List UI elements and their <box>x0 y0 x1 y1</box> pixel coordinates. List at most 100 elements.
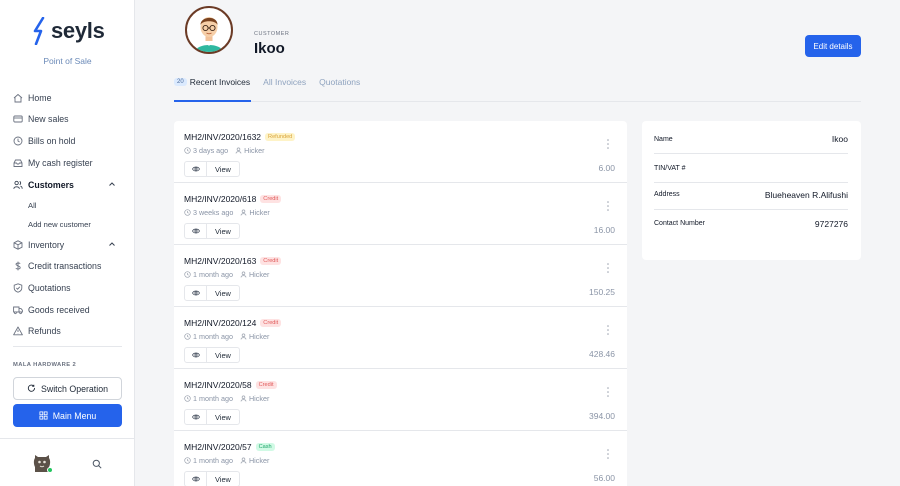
more-options-icon[interactable] <box>606 200 610 212</box>
chevron-up-icon[interactable] <box>108 180 116 188</box>
view-eye-wrap[interactable] <box>185 162 207 176</box>
sidebar-item-bills-on-hold[interactable]: Bills on hold <box>0 130 135 152</box>
sidebar-item-label: Refunds <box>28 326 61 337</box>
detail-label: Address <box>654 191 680 198</box>
more-options-icon[interactable] <box>606 262 610 274</box>
invoice-amount: 150.25 <box>589 287 615 297</box>
customer-label: CUSTOMER <box>254 31 290 37</box>
invoice-meta: 1 month ago Hicker <box>184 332 269 341</box>
view-eye-wrap[interactable] <box>185 472 207 486</box>
sidebar-divider <box>13 346 122 347</box>
invoice-user: Hicker <box>249 208 270 217</box>
status-badge: Credit <box>260 319 282 327</box>
invoice-user: Hicker <box>248 456 270 465</box>
view-invoice-button[interactable]: View <box>184 285 240 301</box>
invoice-number: MH2/INV/2020/124 <box>184 318 257 328</box>
dollar-icon <box>15 261 21 271</box>
view-label[interactable]: View <box>207 286 239 300</box>
sidebar-item-new-sales[interactable]: New sales <box>0 109 135 131</box>
user-icon <box>240 395 247 402</box>
online-status-dot <box>47 467 53 473</box>
invoice-row[interactable]: MH2/INV/2020/124 Credit 1 month ago Hicke… <box>174 307 627 369</box>
search-icon[interactable] <box>92 459 102 469</box>
sidebar-item-home[interactable]: Home <box>0 87 135 109</box>
view-label[interactable]: View <box>207 162 239 176</box>
invoice-row[interactable]: MH2/INV/2020/1632 Refunded 3 days ago Hic… <box>174 121 627 183</box>
sidebar-item-customers[interactable]: Customers <box>0 174 135 196</box>
view-eye-wrap[interactable] <box>185 286 207 300</box>
tab-quotations[interactable]: Quotations <box>319 75 360 89</box>
invoice-time: 3 days ago <box>193 146 229 155</box>
more-options-icon[interactable] <box>606 138 610 150</box>
user-icon <box>240 457 247 464</box>
status-badge: Credit <box>255 381 277 389</box>
view-label[interactable]: View <box>207 410 239 424</box>
tab-recent-invoices[interactable]: 20 Recent Invoices <box>174 75 250 89</box>
customer-name: Ikoo <box>254 40 285 57</box>
invoice-amount: 6.00 <box>598 163 615 173</box>
main-menu-button[interactable]: Main Menu <box>13 404 122 427</box>
sidebar-item-quotations[interactable]: Quotations <box>0 277 135 299</box>
brand-logo[interactable]: seyls <box>32 16 105 46</box>
switch-operation-button[interactable]: Switch Operation <box>13 377 122 400</box>
users-icon <box>13 181 23 190</box>
invoice-amount: 16.00 <box>593 225 615 235</box>
invoice-number: MH2/INV/2020/58 <box>184 380 252 390</box>
invoice-row[interactable]: MH2/INV/2020/57 Cash 1 month ago Hicker V… <box>174 431 627 486</box>
view-invoice-button[interactable]: View <box>184 161 240 177</box>
more-options-icon[interactable] <box>606 448 610 460</box>
clock-icon <box>184 395 191 402</box>
edit-details-button[interactable]: Edit details <box>805 35 861 57</box>
sidebar-item-credit-transactions[interactable]: Credit transactions <box>0 256 135 278</box>
organization-name: MALA HARDWARE 2 <box>13 362 77 368</box>
eye-icon <box>191 228 200 234</box>
invoice-user: Hicker <box>248 394 270 403</box>
sidebar-item-refunds[interactable]: Refunds <box>0 320 135 342</box>
invoice-meta: 1 month ago Hicker <box>184 394 269 403</box>
tab-all-invoices[interactable]: All Invoices <box>263 75 306 89</box>
invoice-row[interactable]: MH2/INV/2020/163 Credit 1 month ago Hicke… <box>174 245 627 307</box>
sidebar-nav: Home New sales Bills on hold My cash reg… <box>0 87 135 342</box>
invoice-number-wrap: MH2/INV/2020/618 Credit <box>184 194 282 204</box>
view-label[interactable]: View <box>207 224 239 238</box>
view-invoice-button[interactable]: View <box>184 223 240 239</box>
view-eye-wrap[interactable] <box>185 348 207 362</box>
detail-value: 9727276 <box>814 218 848 229</box>
sidebar-subitem-add-new-customer[interactable]: Add new customer <box>0 215 135 234</box>
sidebar-item-cash-register[interactable]: My cash register <box>0 152 135 174</box>
more-options-icon[interactable] <box>606 386 610 398</box>
user-icon <box>240 271 247 278</box>
view-eye-wrap[interactable] <box>185 224 207 238</box>
invoice-amount: 428.46 <box>589 349 615 359</box>
invoice-user-wrap: Hicker <box>240 394 269 403</box>
view-label[interactable]: View <box>207 472 239 486</box>
eye-icon <box>191 414 200 420</box>
detail-value: Blueheaven R.Alifushi <box>764 189 848 200</box>
detail-label: Contact Number <box>654 220 705 227</box>
invoice-user-wrap: Hicker <box>240 270 269 279</box>
more-options-icon[interactable] <box>606 324 610 336</box>
invoice-meta: 3 weeks ago Hicker <box>184 208 270 217</box>
status-badge: Cash <box>255 443 275 451</box>
invoice-row[interactable]: MH2/INV/2020/58 Credit 1 month ago Hicker… <box>174 369 627 431</box>
view-label[interactable]: View <box>207 348 239 362</box>
view-invoice-button[interactable]: View <box>184 409 240 425</box>
main-menu-label: Main Menu <box>52 410 97 421</box>
invoice-number-wrap: MH2/INV/2020/124 Credit <box>184 318 282 328</box>
eye-icon <box>191 352 200 358</box>
clock-icon <box>184 271 191 278</box>
detail-row-name: Name Ikoo <box>654 125 848 154</box>
sidebar-item-inventory[interactable]: Inventory <box>0 234 135 256</box>
sidebar-item-label: New sales <box>28 114 69 125</box>
sidebar-item-goods-received[interactable]: Goods received <box>0 299 135 321</box>
detail-row-address: Address Blueheaven R.Alifushi <box>654 180 848 210</box>
invoice-row[interactable]: MH2/INV/2020/618 Credit 3 weeks ago Hicke… <box>174 183 627 245</box>
status-badge: Refunded <box>265 133 296 141</box>
view-eye-wrap[interactable] <box>185 410 207 424</box>
sidebar-subitem-all-customers[interactable]: All <box>0 196 135 215</box>
user-icon <box>240 209 247 216</box>
chevron-up-icon[interactable] <box>108 240 116 248</box>
view-invoice-button[interactable]: View <box>184 347 240 363</box>
invoice-time: 3 weeks ago <box>193 208 234 217</box>
view-invoice-button[interactable]: View <box>184 471 240 486</box>
